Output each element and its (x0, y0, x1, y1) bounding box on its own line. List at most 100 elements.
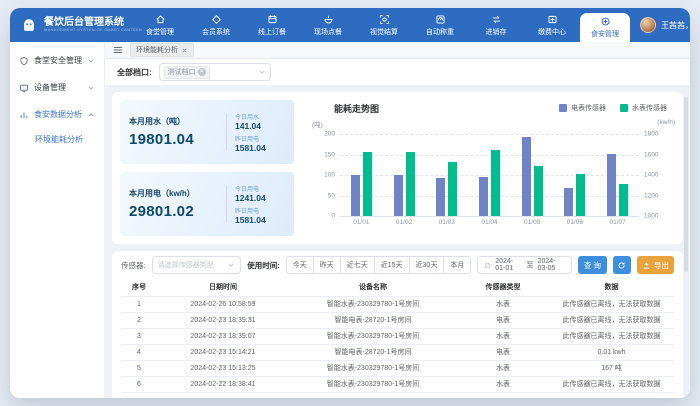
chevron-down-icon (227, 261, 235, 269)
chevron-down-icon (87, 84, 95, 92)
refresh-button[interactable] (613, 256, 631, 274)
nav-item-food-safety[interactable]: 食安管理 (580, 13, 630, 42)
vertical-scrollbar[interactable] (684, 97, 688, 272)
right-axis-tick: 1400 (644, 172, 658, 179)
user-area[interactable]: 王茜茜，采购经理 ⋮ (630, 8, 690, 42)
chart-legend: 电表传感器 水表传感器 (559, 103, 667, 113)
tab-close-icon[interactable] (181, 47, 188, 54)
bar-water (619, 184, 628, 216)
stat-side-value: 141.04 (235, 121, 285, 131)
main-area: 环境能耗分析 全部档口: 测试档口 ✕ (105, 42, 690, 398)
collapse-menu-icon[interactable] (113, 45, 123, 55)
stall-select[interactable]: 测试档口 ✕ (159, 63, 271, 81)
stat-side-label: 昨日用电 (235, 134, 285, 143)
scan-icon (379, 14, 390, 25)
bar-group: 01/02 (383, 134, 426, 216)
nav-item-inventory[interactable]: 进销存 (468, 8, 524, 42)
table-row: 42024-02-23 15:14:21智能电表-28720-1号房间电表0.0… (121, 344, 674, 360)
nav-item-member-system[interactable]: 会员系统 (188, 8, 244, 42)
search-button[interactable]: 查 询 (578, 256, 607, 274)
table-cell: 2024-02-23 15:14:21 (157, 344, 289, 360)
sensor-label: 传感器: (121, 260, 146, 271)
stat-value: 29801.02 (129, 203, 218, 220)
tab-env-energy[interactable]: 环境能耗分析 (130, 43, 194, 57)
bar-electric (607, 154, 616, 216)
table-cell: 2 (121, 312, 157, 328)
sensor-type-select[interactable]: 请选择传感器类型 (152, 256, 242, 274)
weigh-icon (435, 14, 446, 25)
quick-range-button[interactable]: 今天 (286, 256, 314, 274)
user-avatar[interactable] (640, 17, 656, 33)
chart-plot: 0100050120010014001501600200180001/0101/… (340, 134, 639, 216)
stat-card-water: 本月用水（吨） 19801.04 今日用水 141.04 昨日用电 1581.0… (120, 100, 294, 164)
table-row: 12024-02-26 10:58:59智能水表-230329780-1号房间水… (121, 296, 674, 312)
nav-item-vision-checkout[interactable]: 视觉结算 (356, 8, 412, 42)
calendar-icon (484, 261, 491, 270)
x-axis-label: 01/01 (340, 219, 383, 226)
table-cell: 2024-02-23 18:39:07 (157, 328, 289, 344)
table-cell: 智能水表-230329780-1号房间 (289, 376, 457, 392)
left-axis-tick: 0 (331, 213, 335, 220)
sidebar-subitem-env-energy-analysis[interactable]: 环境能耗分析 (10, 128, 104, 150)
tabbar: 环境能耗分析 (105, 42, 690, 59)
stat-title: 本月用水（吨） (129, 116, 218, 127)
plus-circle-icon (600, 16, 611, 27)
x-axis-label: 01/06 (554, 219, 597, 226)
tag-close-icon[interactable]: ✕ (198, 68, 206, 76)
refresh-icon (617, 261, 626, 270)
date-range-picker[interactable]: 2024-01-01 至 2024-03-05 (477, 256, 572, 274)
table-cell: 0.01 kwh (549, 344, 674, 360)
table-cell: 1 (121, 296, 157, 312)
quick-range-button[interactable]: 昨天 (314, 256, 341, 274)
legend-item[interactable]: 水表传感器 (620, 103, 667, 113)
nav-item-label: 进销存 (486, 27, 507, 37)
quick-range-group: 今天昨天近七天近15天近30天本月 (286, 256, 472, 274)
bar-water (448, 162, 457, 216)
quick-range-button[interactable]: 近15天 (375, 256, 410, 274)
export-button[interactable]: 导出 (637, 256, 674, 274)
nav-item-online-order[interactable]: 线上订餐 (244, 8, 300, 42)
app-logo-icon (20, 16, 38, 34)
chevron-down-icon (258, 68, 266, 76)
table-cell: 水表 (457, 328, 549, 344)
nav-item-auto-weigh[interactable]: 自动称重 (412, 8, 468, 42)
sensor-placeholder: 请选择传感器类型 (158, 260, 214, 270)
table-cell: 电表 (457, 312, 549, 328)
time-label: 使用时间: (247, 260, 280, 271)
sidebar-item-canteen-safety[interactable]: 食堂安全管理 (10, 47, 104, 74)
analysis-icon (19, 110, 29, 120)
stat-side-value: 1581.04 (235, 143, 285, 153)
chart-gridline (340, 216, 639, 217)
date-start: 2024-01-01 (495, 258, 522, 272)
table-cell: 6 (121, 376, 157, 392)
top-header: 餐饮后台管理系统 MANAGEMENT SYSTEM OF SMART CANT… (10, 8, 690, 42)
table-cell: 4 (121, 344, 157, 360)
bar-electric (564, 188, 573, 216)
quick-range-button[interactable]: 近七天 (341, 256, 375, 274)
sidebar-item-device-mgmt[interactable]: 设备管理 (10, 74, 104, 101)
legend-swatch (559, 104, 567, 112)
bar-electric (394, 175, 403, 217)
chart-title: 能耗走势图 (334, 102, 379, 115)
quick-range-button[interactable]: 近30天 (410, 256, 445, 274)
quick-range-button[interactable]: 本月 (444, 256, 471, 274)
nav-item-payment-center[interactable]: 缴费中心 (524, 8, 580, 42)
table-cell: 水表 (457, 296, 549, 312)
sidebar-item-food-data-analysis[interactable]: 食安数据分析 (10, 101, 104, 128)
nav-item-canteen-mgmt[interactable]: 食堂管理 (132, 8, 188, 42)
sidebar-item-label: 食堂安全管理 (34, 55, 82, 66)
nav-item-label: 自动称重 (426, 27, 454, 37)
safety-icon (19, 56, 29, 66)
table-cell: 167 吨 (549, 360, 674, 376)
nav-item-onsite-order[interactable]: 现场点餐 (300, 8, 356, 42)
sidebar-item-label: 食安数据分析 (34, 109, 82, 120)
stat-side-value: 1241.04 (235, 193, 285, 203)
left-axis-tick: 50 (328, 192, 335, 199)
home-icon (155, 14, 166, 25)
table-cell: 电表 (457, 344, 549, 360)
table-column-header: 传感器类型 (457, 279, 549, 296)
nav-item-label: 食安管理 (591, 29, 619, 39)
legend-label: 水表传感器 (632, 103, 667, 113)
table-cell: 此传感器已离线，无法获取数据 (549, 328, 674, 344)
legend-item[interactable]: 电表传感器 (559, 103, 606, 113)
